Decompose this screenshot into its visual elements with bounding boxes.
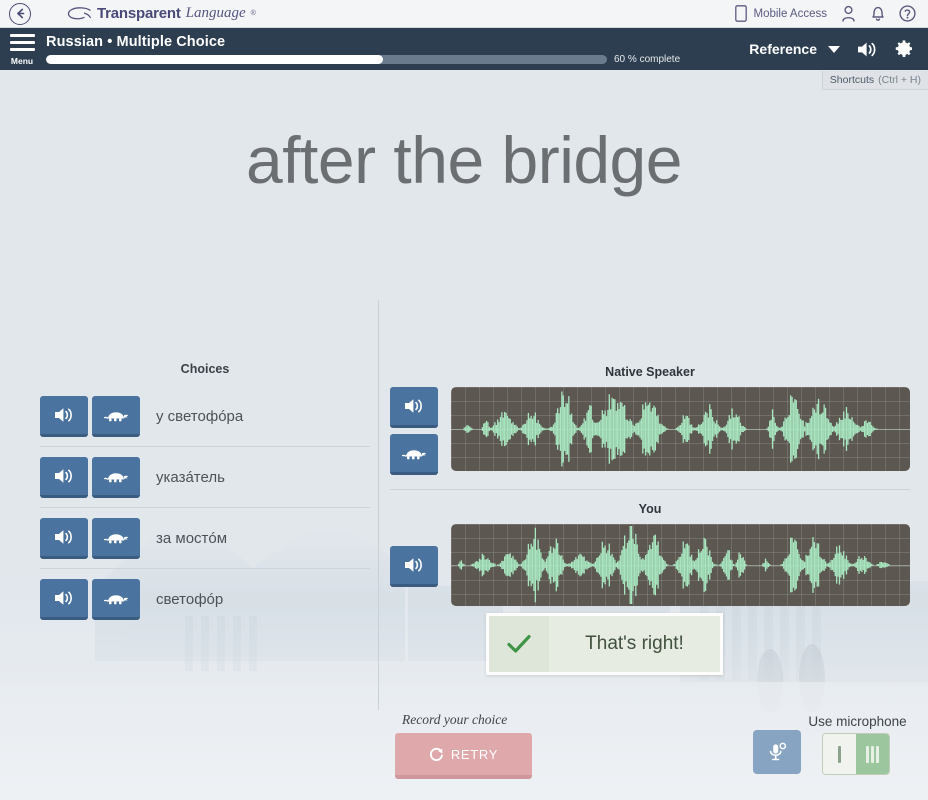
tablet-icon: [735, 5, 748, 22]
use-microphone-toggle[interactable]: [822, 733, 890, 775]
reference-dropdown[interactable]: Reference: [749, 41, 840, 57]
native-speaker-title: Native Speaker: [605, 365, 695, 379]
audio-separator: [390, 489, 910, 490]
you-play-button[interactable]: [390, 546, 438, 587]
menu-label: Menu: [10, 56, 34, 66]
toggle-option-on[interactable]: [856, 734, 889, 774]
choices-title: Choices: [180, 362, 230, 376]
native-speaker-waveform[interactable]: [451, 387, 910, 471]
progress-bar: [46, 54, 607, 64]
turtle-icon: [103, 533, 129, 543]
use-microphone-label: Use microphone: [808, 714, 907, 729]
shortcuts-hint[interactable]: Shortcuts (Ctrl + H): [821, 71, 928, 90]
waveform-trace: [457, 526, 891, 604]
swoosh-icon: [67, 7, 91, 20]
turtle-icon: [103, 472, 129, 482]
choice-play-button[interactable]: [40, 456, 88, 498]
logo-word-transparent: Transparent: [97, 5, 181, 22]
you-title: You: [638, 502, 662, 516]
you-waveform[interactable]: [451, 524, 910, 606]
retry-label: RETRY: [450, 746, 499, 762]
toggle-option-off[interactable]: [823, 734, 856, 774]
back-arrow-icon: [16, 8, 24, 19]
help-icon[interactable]: [899, 5, 916, 22]
brand-bar: Transparent Language ® Mobile Access: [0, 0, 928, 28]
prompt-text: after the bridge: [246, 123, 682, 197]
choice-slow-play-button[interactable]: [92, 578, 140, 620]
speaker-icon: [55, 590, 72, 605]
bell-icon[interactable]: [870, 5, 886, 22]
check-icon: [507, 635, 531, 653]
feedback-popup: That's right!: [486, 613, 723, 675]
choice-slow-play-button[interactable]: [92, 395, 140, 437]
choice-label: у светофóра: [156, 407, 244, 425]
choice-label: за мостóм: [156, 529, 228, 547]
mobile-access-button[interactable]: Mobile Access: [735, 5, 827, 22]
turtle-icon: [103, 594, 129, 604]
microphone-settings-icon: [769, 742, 787, 761]
choice-play-button[interactable]: [40, 578, 88, 620]
logo-word-language: Language: [185, 5, 246, 21]
choice-slow-play-button[interactable]: [92, 456, 140, 498]
native-speaker-block: Native Speaker: [390, 365, 910, 475]
prompt-area: after the bridge: [0, 122, 928, 198]
mobile-access-label: Mobile Access: [753, 7, 827, 20]
audio-panels: Native Speaker You: [390, 365, 910, 606]
lesson-bar: Menu Russian • Multiple Choice 60 % comp…: [0, 28, 928, 70]
choice-play-button[interactable]: [40, 395, 88, 437]
choice-row[interactable]: указáтель: [40, 447, 370, 508]
choices-panel: Choices у светофóра указáтель за мостóм …: [40, 362, 370, 629]
choice-row[interactable]: светофóр: [40, 569, 370, 629]
gear-icon[interactable]: [894, 39, 914, 59]
choice-slow-play-button[interactable]: [92, 517, 140, 559]
speaker-icon: [55, 468, 72, 483]
choice-row[interactable]: у светофóра: [40, 386, 370, 447]
account-icon[interactable]: [840, 5, 857, 22]
menu-button[interactable]: Menu: [2, 32, 42, 66]
record-your-choice-label: Record your choice: [402, 712, 508, 727]
you-block: You: [390, 502, 910, 606]
shortcuts-keys: (Ctrl + H): [878, 74, 921, 86]
native-slow-play-button[interactable]: [390, 434, 438, 475]
feedback-icon-area: [489, 616, 549, 672]
microphone-settings-button[interactable]: [753, 730, 801, 774]
progress-bar-fill: [46, 54, 383, 64]
chevron-down-icon: [828, 45, 840, 53]
hamburger-icon: [9, 48, 35, 51]
transparent-language-logo[interactable]: Transparent Language ®: [66, 5, 256, 22]
hamburger-icon: [9, 41, 35, 44]
logo-registered-mark: ®: [250, 10, 256, 17]
choice-label: светофóр: [156, 590, 224, 608]
lesson-title: Russian • Multiple Choice: [46, 33, 226, 50]
reference-label: Reference: [749, 41, 817, 57]
back-button[interactable]: [9, 2, 31, 25]
feedback-text-area: That's right!: [549, 616, 720, 672]
native-play-button[interactable]: [390, 387, 438, 428]
speaker-icon: [55, 529, 72, 544]
choice-label: указáтель: [156, 468, 225, 486]
speaker-icon: [405, 558, 422, 572]
progress-label: 60 % complete: [614, 53, 681, 65]
volume-icon[interactable]: [856, 40, 878, 59]
choice-play-button[interactable]: [40, 517, 88, 559]
turtle-icon: [401, 450, 427, 460]
turtle-icon: [103, 411, 129, 421]
shortcuts-label: Shortcuts: [829, 74, 875, 86]
feedback-message: That's right!: [585, 633, 684, 654]
refresh-icon: [429, 747, 443, 761]
retry-button[interactable]: RETRY: [395, 733, 532, 779]
speaker-icon: [55, 407, 72, 422]
speaker-icon: [405, 399, 422, 413]
waveform-trace: [463, 391, 878, 467]
vertical-divider: [378, 300, 379, 710]
hamburger-icon: [9, 34, 35, 37]
choice-row[interactable]: за мостóм: [40, 508, 370, 569]
